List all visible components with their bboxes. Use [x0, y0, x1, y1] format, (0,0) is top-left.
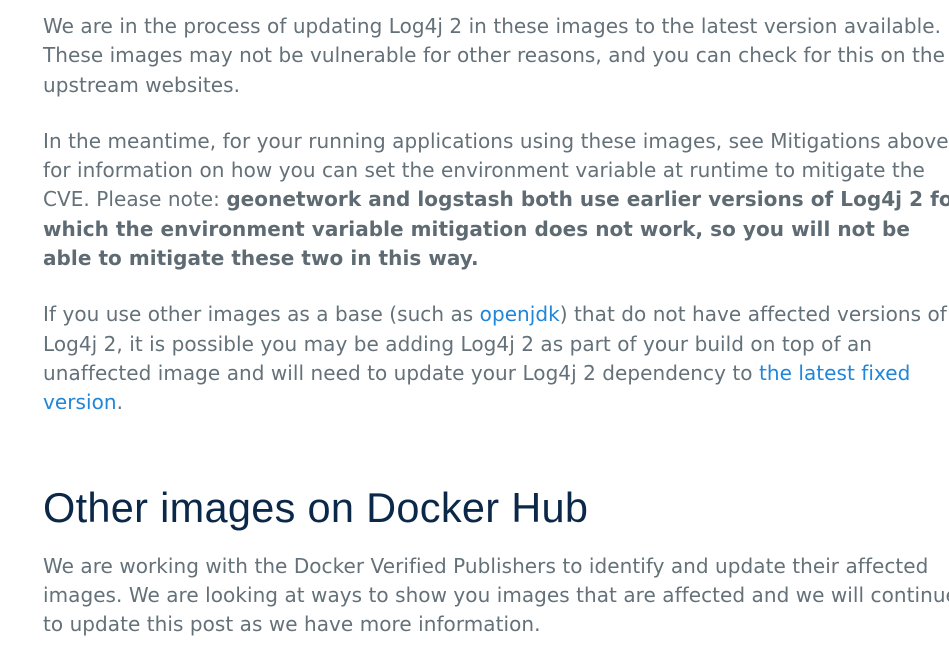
paragraph-mitigation-note: In the meantime, for your running applic… — [43, 127, 949, 273]
paragraph-update-status-text: We are in the process of updating Log4j … — [43, 14, 945, 97]
section-heading-other-images: Other images on Docker Hub — [43, 483, 589, 531]
paragraph-base-images-end: . — [116, 390, 124, 415]
paragraph-base-images-intro: If you use other images as a base (such … — [43, 302, 480, 327]
paragraph-verified-publishers: We are working with the Docker Verified … — [43, 552, 949, 640]
article-body: We are in the process of updating Log4j … — [43, 12, 949, 639]
openjdk-link[interactable]: openjdk — [480, 302, 560, 326]
paragraph-base-images: If you use other images as a base (such … — [43, 300, 949, 417]
paragraph-verified-publishers-text: We are working with the Docker Verified … — [43, 553, 949, 637]
paragraph-update-status: We are in the process of updating Log4j … — [43, 12, 949, 100]
